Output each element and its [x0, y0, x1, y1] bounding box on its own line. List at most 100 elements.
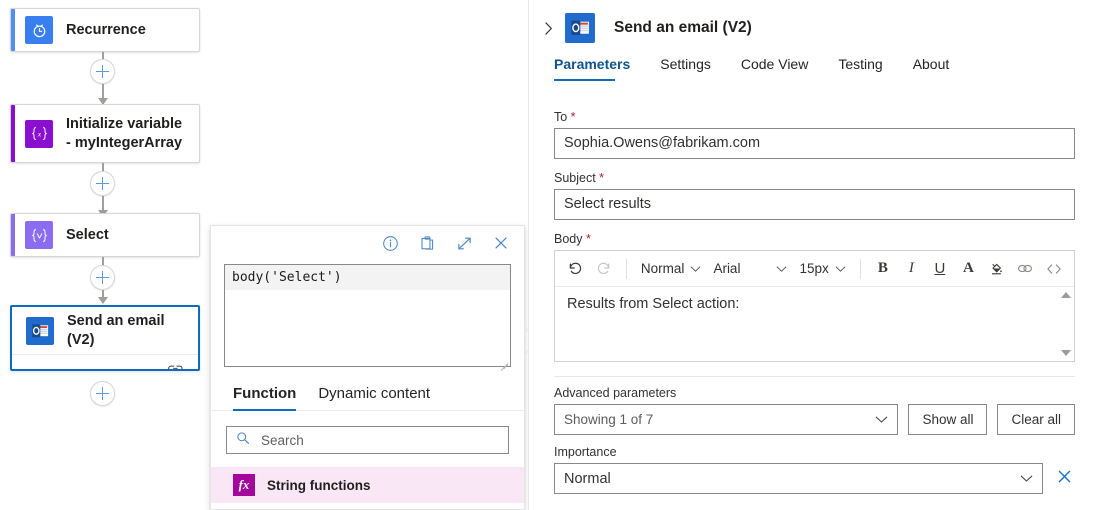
- highlight-icon[interactable]: [983, 254, 1011, 284]
- to-input[interactable]: Sophia.Owens@fabrikam.com: [554, 128, 1075, 159]
- undo-icon[interactable]: [561, 254, 589, 284]
- body-scrollbar[interactable]: [1058, 288, 1073, 360]
- expression-editor-popup: body('Select') Function Dynamic content: [210, 225, 525, 510]
- node-title: Recurrence: [66, 21, 146, 40]
- workflow-node-recurrence[interactable]: Recurrence: [10, 8, 200, 52]
- tab-testing[interactable]: Testing: [823, 56, 897, 81]
- workflow-node-select[interactable]: Select: [10, 213, 200, 257]
- node-accent-bar: [11, 105, 15, 162]
- logic-app-designer: Recurrence x Initialize variable - myInt…: [0, 0, 1100, 510]
- font-family-value: Arial: [713, 261, 740, 276]
- tab-about[interactable]: About: [898, 56, 965, 81]
- redo-icon[interactable]: [589, 254, 617, 284]
- search-icon: [236, 431, 250, 450]
- underline-button[interactable]: U: [926, 254, 954, 284]
- panel-header: Send an email (V2): [529, 0, 1100, 56]
- link-icon[interactable]: [1011, 254, 1039, 284]
- advanced-parameters-value: Showing 1 of 7: [564, 412, 653, 427]
- scroll-up-arrow-icon[interactable]: [1061, 292, 1071, 298]
- toolbar-divider: [626, 259, 627, 279]
- node-title: Send an email (V2): [67, 312, 186, 350]
- add-action-button-4[interactable]: [90, 381, 115, 406]
- function-group-label: String functions: [267, 478, 371, 493]
- expression-value: body('Select'): [225, 265, 510, 290]
- rte-toolbar: Normal Arial 15px: [555, 251, 1074, 287]
- font-color-button[interactable]: A: [954, 254, 982, 284]
- importance-dropdown[interactable]: Normal: [554, 463, 1043, 494]
- node-accent-bar: [11, 9, 15, 51]
- add-action-button-2[interactable]: [90, 171, 115, 196]
- scroll-down-arrow-icon[interactable]: [1061, 350, 1071, 356]
- code-icon[interactable]: [1040, 254, 1068, 284]
- info-icon[interactable]: [381, 234, 399, 252]
- remove-importance-button[interactable]: [1053, 468, 1075, 489]
- add-action-button-1[interactable]: [90, 59, 115, 84]
- advanced-parameters-row: Showing 1 of 7 Show all Clear all: [554, 404, 1075, 435]
- tab-settings[interactable]: Settings: [645, 56, 726, 81]
- outlook-icon: [565, 13, 595, 43]
- panel-tab-bar: Parameters Settings Code View Testing Ab…: [529, 56, 1100, 90]
- importance-label: Importance: [554, 445, 1075, 459]
- required-marker: *: [596, 171, 604, 185]
- svg-text:x: x: [36, 129, 41, 138]
- to-field-label: To *: [554, 110, 1075, 124]
- expand-icon[interactable]: [455, 234, 473, 252]
- font-size-value: 15px: [799, 261, 828, 276]
- subject-input[interactable]: Select results: [554, 189, 1075, 220]
- function-search-wrap: [211, 411, 524, 454]
- chevron-down-icon: [835, 261, 846, 276]
- required-marker: *: [583, 232, 591, 246]
- function-group-string-functions[interactable]: fx String functions: [211, 467, 524, 503]
- tab-parameters[interactable]: Parameters: [554, 56, 645, 81]
- fx-icon: fx: [233, 474, 255, 496]
- variable-braces-icon: x: [25, 120, 53, 148]
- panel-form: To * Sophia.Owens@fabrikam.com Subject *…: [529, 90, 1100, 494]
- expression-input-wrap: body('Select'): [211, 256, 524, 367]
- tab-dynamic-content[interactable]: Dynamic content: [318, 385, 430, 410]
- body-content-area[interactable]: Results from Select action:: [555, 287, 1074, 361]
- section-divider: [554, 376, 1075, 377]
- action-details-panel: Send an email (V2) Parameters Settings C…: [528, 0, 1100, 510]
- tab-function[interactable]: Function: [233, 385, 296, 410]
- importance-row: Normal: [554, 463, 1075, 494]
- node-footer: [12, 354, 198, 371]
- close-icon[interactable]: [492, 234, 510, 252]
- body-label-text: Body: [554, 232, 583, 246]
- resize-handle[interactable]: [498, 354, 508, 364]
- clear-all-button[interactable]: Clear all: [997, 404, 1075, 435]
- search-input[interactable]: [259, 432, 499, 449]
- expression-input[interactable]: body('Select'): [224, 264, 511, 367]
- add-action-button-3[interactable]: [90, 265, 115, 290]
- workflow-node-initialize-variable[interactable]: x Initialize variable - myIntegerArray: [10, 104, 200, 163]
- show-all-button[interactable]: Show all: [908, 404, 987, 435]
- expression-popup-tabs: Function Dynamic content: [211, 367, 524, 411]
- subject-label-text: Subject: [554, 171, 596, 185]
- function-search-box[interactable]: [226, 426, 509, 454]
- bold-button[interactable]: B: [869, 254, 897, 284]
- body-value: Results from Select action:: [567, 296, 739, 312]
- outlook-icon: [26, 317, 54, 345]
- required-marker: *: [567, 110, 575, 124]
- advanced-parameters-dropdown[interactable]: Showing 1 of 7: [554, 404, 898, 435]
- font-family-dropdown[interactable]: Arial: [707, 255, 793, 283]
- font-size-dropdown[interactable]: 15px: [793, 255, 851, 283]
- chevron-down-icon: [875, 412, 888, 427]
- importance-value: Normal: [564, 471, 611, 487]
- chevron-right-icon[interactable]: [535, 15, 561, 41]
- text-style-value: Normal: [641, 261, 685, 276]
- body-field-label: Body *: [554, 232, 1075, 246]
- chevron-down-icon: [776, 261, 787, 276]
- clipboard-icon[interactable]: [418, 234, 436, 252]
- select-braces-icon: [25, 221, 53, 249]
- chevron-down-icon: [1020, 471, 1033, 487]
- text-style-dropdown[interactable]: Normal: [635, 255, 708, 283]
- connector-arrow: [98, 297, 108, 304]
- node-title: Initialize variable - myIntegerArray: [66, 115, 187, 153]
- italic-button[interactable]: I: [897, 254, 925, 284]
- workflow-node-send-an-email[interactable]: Send an email (V2): [10, 305, 200, 371]
- body-rich-text-editor[interactable]: Normal Arial 15px: [554, 250, 1075, 362]
- subject-field-label: Subject *: [554, 171, 1075, 185]
- chevron-down-icon: [690, 261, 701, 276]
- tab-code-view[interactable]: Code View: [726, 56, 823, 81]
- link-chain-icon[interactable]: [167, 362, 184, 372]
